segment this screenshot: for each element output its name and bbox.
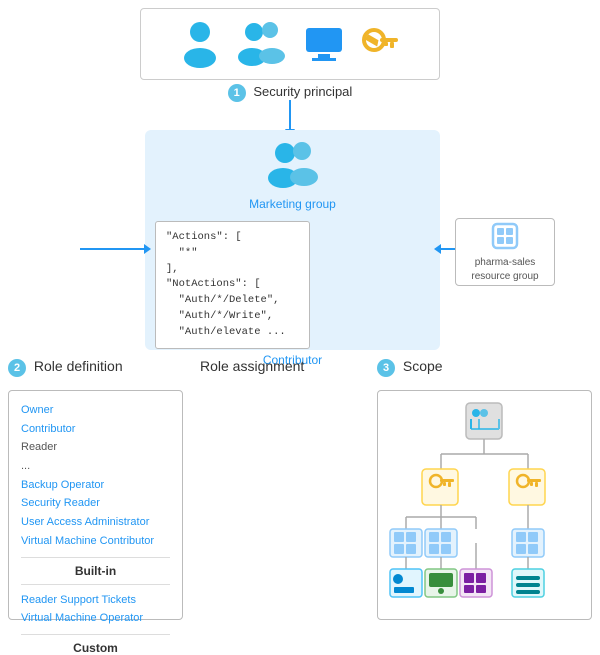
arrow-to-role-assignment-left: [80, 248, 145, 250]
code-content: "Actions": [ "*"],"NotActions": [ "Auth/…: [166, 231, 286, 338]
role-user-access-admin: User Access Administrator: [21, 513, 170, 532]
scope-tree-svg: [386, 399, 585, 611]
role-reader-support: Reader Support Tickets: [21, 591, 170, 610]
pharma-name: pharma-sales: [475, 256, 536, 270]
role-reader: Reader: [21, 438, 170, 457]
pharma-sub: resource group: [471, 270, 538, 284]
key-icon: [360, 24, 400, 64]
role-vm-operator: Virtual Machine Operator: [21, 609, 170, 628]
scope-box: [377, 390, 592, 620]
pharma-icon: [489, 220, 521, 252]
marketing-group-icon-wrap: [155, 140, 430, 193]
role-vm-contributor: Virtual Machine Contributor: [21, 532, 170, 551]
role-ellipsis: ...: [21, 457, 170, 476]
role-definition-box: Owner Contributor Reader ... Backup Oper…: [8, 390, 183, 620]
scope-number: 3: [377, 359, 395, 377]
role-def-separator-2: [21, 584, 170, 585]
builtin-label: Built-in: [21, 564, 170, 578]
sp-number: 1: [228, 84, 246, 102]
arrow-down-sp: [289, 100, 291, 130]
pharma-resource-group-box: pharma-sales resource group: [455, 218, 555, 286]
role-def-separator-1: [21, 557, 170, 558]
role-definition-section-label: 2 Role definition: [8, 358, 123, 377]
rd-number: 2: [8, 359, 26, 377]
role-contributor: Contributor: [21, 420, 170, 439]
marketing-group-icon: [265, 140, 321, 188]
security-principal-box: [140, 8, 440, 80]
group-icon: [236, 20, 288, 68]
role-assignment-section-label: Role assignment: [200, 358, 304, 374]
app-icon: [304, 24, 344, 64]
custom-label: Custom: [21, 641, 170, 655]
person-icon: [180, 20, 220, 68]
role-security-reader: Security Reader: [21, 494, 170, 513]
role-owner: Owner: [21, 401, 170, 420]
role-assignment-area: Marketing group "Actions": [ "*"],"NotAc…: [145, 130, 440, 350]
scope-section-label: 3 Scope: [377, 358, 592, 377]
code-box: "Actions": [ "*"],"NotActions": [ "Auth/…: [155, 221, 310, 349]
role-def-separator-3: [21, 634, 170, 635]
marketing-group-label: Marketing group: [155, 197, 430, 211]
role-backup-operator: Backup Operator: [21, 476, 170, 495]
diagram-container: 1 Security principal Marketing group "Ac…: [0, 0, 600, 645]
